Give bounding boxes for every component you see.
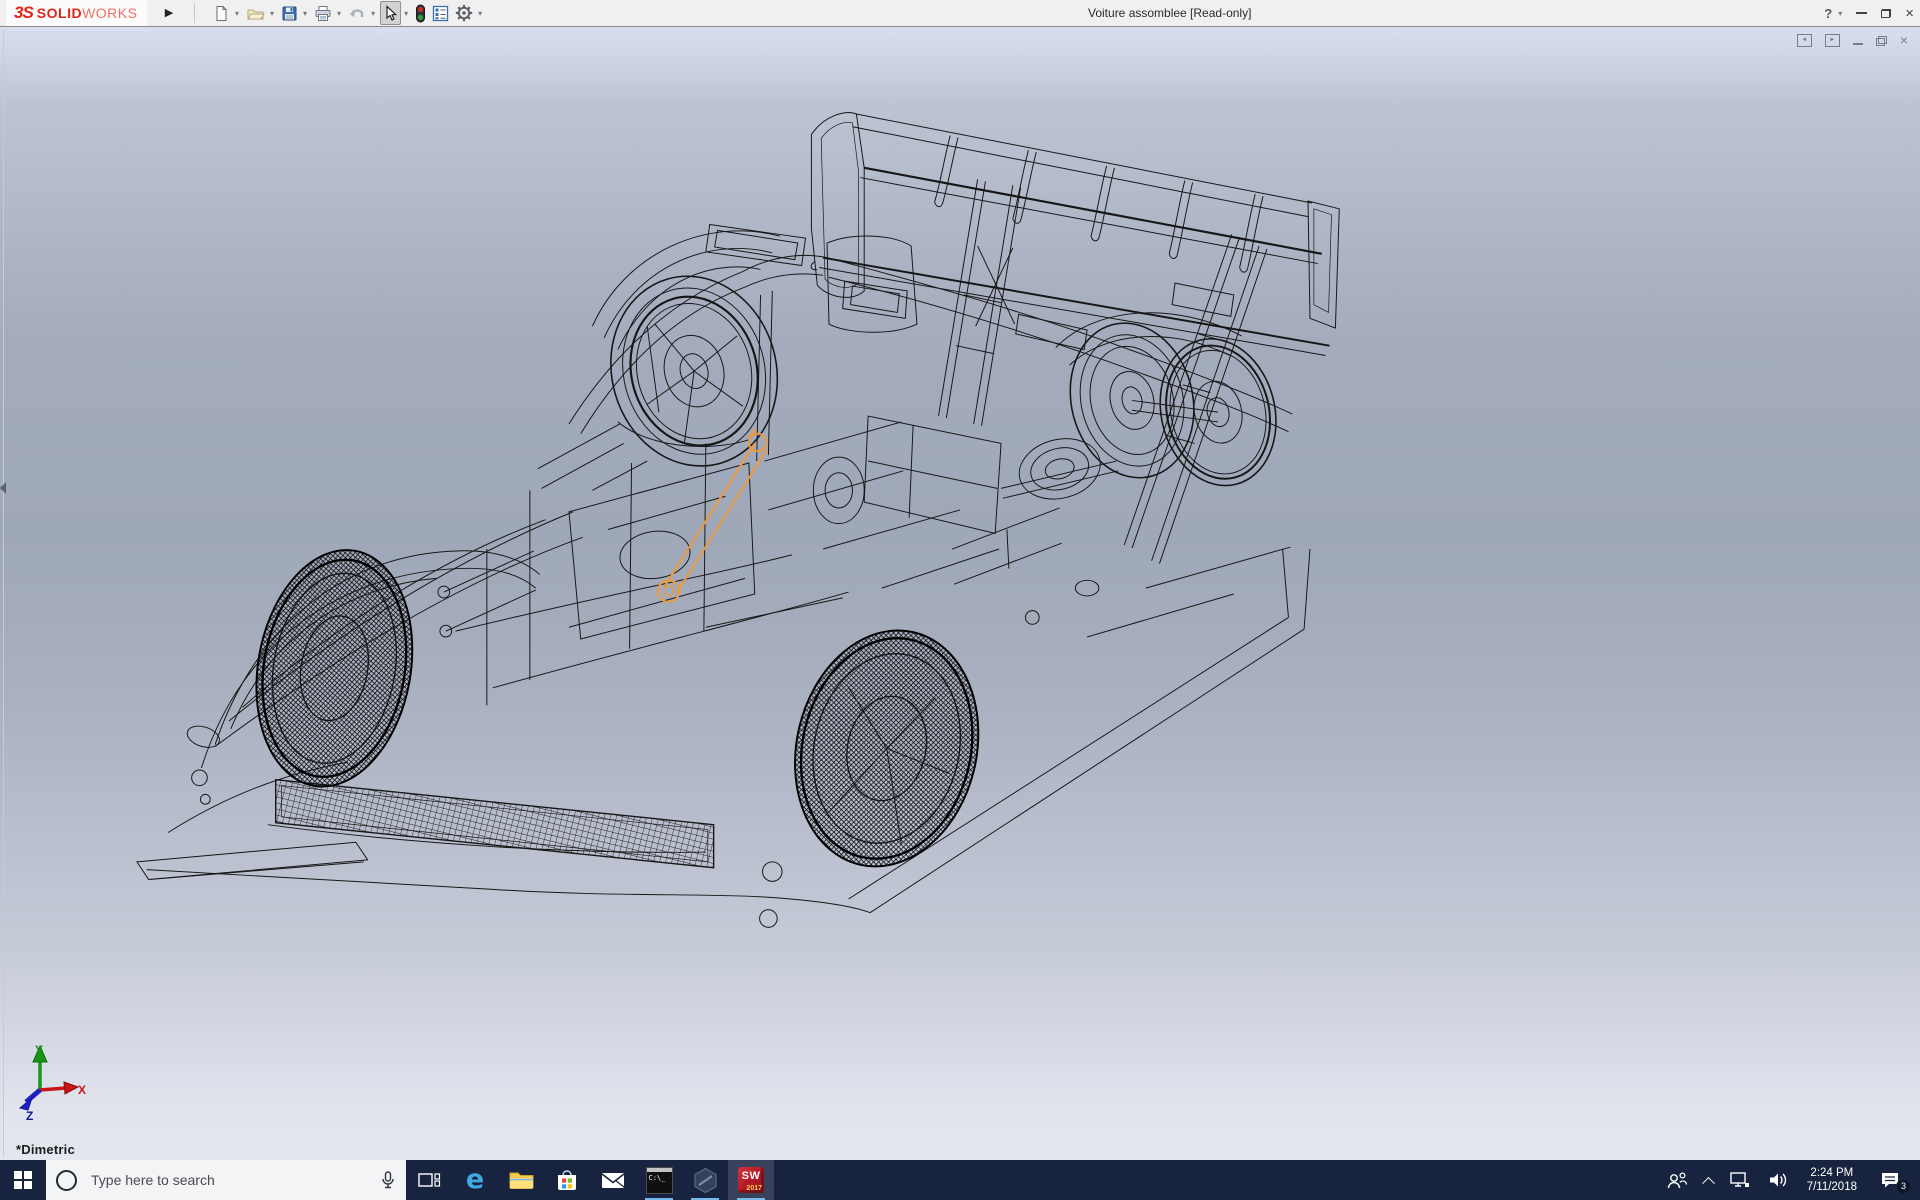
solidworks-icon-year: 2017 xyxy=(746,1185,762,1192)
wireframe-car-model[interactable] xyxy=(0,27,1920,1160)
microphone-icon[interactable] xyxy=(380,1171,396,1189)
solidworks-icon-label: SW xyxy=(738,1170,764,1182)
select-cursor-icon xyxy=(383,5,398,22)
volume-button[interactable] xyxy=(1759,1160,1797,1200)
chevron-up-icon xyxy=(1702,1176,1715,1189)
open-caret-icon[interactable]: ▾ xyxy=(270,9,274,18)
menu-flyout-arrow-icon[interactable]: ▶ xyxy=(160,0,178,26)
selected-edge-pushrod[interactable] xyxy=(658,429,767,602)
cortana-icon[interactable] xyxy=(56,1170,77,1191)
clock-time: 2:24 PM xyxy=(1810,1166,1853,1180)
document-close-button[interactable]: × xyxy=(1900,34,1908,47)
taskbar-app-store[interactable] xyxy=(544,1160,590,1200)
options-button[interactable] xyxy=(453,2,475,24)
undo-arrow-icon xyxy=(348,5,366,21)
task-view-icon xyxy=(417,1168,441,1192)
print-caret-icon[interactable]: ▾ xyxy=(337,9,341,18)
save-caret-icon[interactable]: ▾ xyxy=(303,9,307,18)
new-document-button[interactable] xyxy=(211,2,232,24)
help-caret-icon[interactable]: ▾ xyxy=(1838,9,1842,18)
new-caret-icon[interactable]: ▾ xyxy=(235,9,239,18)
pane-previous-button[interactable]: ◄ xyxy=(1797,34,1812,47)
file-properties-button[interactable] xyxy=(430,2,451,24)
taskbar-search[interactable] xyxy=(46,1160,406,1200)
restore-button[interactable] xyxy=(1881,9,1891,18)
network-icon xyxy=(1729,1171,1751,1189)
people-icon xyxy=(1666,1170,1688,1190)
reference-triad: Y X Z xyxy=(14,1042,86,1120)
taskbar-app-solidworks[interactable]: SW 2017 xyxy=(728,1160,774,1200)
action-center-button[interactable]: 3 xyxy=(1867,1160,1913,1200)
titlebar: 3S SOLIDWORKS ▶ ▾ ▾ ▾ xyxy=(0,0,1920,27)
edge-icon: e xyxy=(466,1167,484,1193)
speaker-icon xyxy=(1767,1171,1789,1189)
taskbar-app-command-prompt[interactable]: C:\_ xyxy=(636,1160,682,1200)
system-tray: 2:24 PM 7/11/2018 3 xyxy=(1658,1160,1920,1200)
undo-button[interactable] xyxy=(346,2,368,24)
taskbar-app-edge[interactable]: e xyxy=(452,1160,498,1200)
task-view-button[interactable] xyxy=(406,1160,452,1200)
save-floppy-icon xyxy=(281,5,298,22)
window-title: Voiture assomblee [Read-only] xyxy=(1088,0,1251,26)
traffic-light-icon xyxy=(415,4,426,23)
axis-x-label: X xyxy=(78,1083,86,1097)
command-prompt-icon: C:\_ xyxy=(646,1167,673,1194)
save-button[interactable] xyxy=(279,2,300,24)
open-button[interactable] xyxy=(244,2,267,24)
file-properties-icon xyxy=(432,5,449,22)
dassault-3s-logo-icon: 3S xyxy=(14,3,33,23)
undo-caret-icon[interactable]: ▾ xyxy=(371,9,375,18)
document-window-controls: ◄ ► × xyxy=(1797,34,1908,47)
taskbar-clock[interactable]: 2:24 PM 7/11/2018 xyxy=(1797,1166,1867,1194)
brand-solid: SOLID xyxy=(37,5,82,21)
solidworks-2017-icon: SW 2017 xyxy=(738,1167,764,1193)
document-restore-button[interactable] xyxy=(1876,36,1887,46)
rebuild-button[interactable] xyxy=(413,2,428,24)
hexagon-app-icon xyxy=(692,1167,719,1194)
open-folder-icon xyxy=(246,5,265,22)
microsoft-store-icon xyxy=(554,1167,580,1193)
print-button[interactable] xyxy=(312,2,334,24)
taskbar-app-hexagon[interactable] xyxy=(682,1160,728,1200)
pane-next-button[interactable]: ► xyxy=(1825,34,1840,47)
taskbar-app-file-explorer[interactable] xyxy=(498,1160,544,1200)
select-caret-icon[interactable]: ▾ xyxy=(404,9,408,18)
windows-taskbar: e C:\_ xyxy=(0,1160,1920,1200)
help-button[interactable]: ? xyxy=(1824,6,1832,21)
options-caret-icon[interactable]: ▾ xyxy=(478,9,482,18)
tray-overflow-button[interactable] xyxy=(1696,1160,1721,1200)
command-prompt-label: C:\_ xyxy=(649,1174,666,1182)
search-input[interactable] xyxy=(89,1171,368,1189)
taskbar-app-mail[interactable] xyxy=(590,1160,636,1200)
notification-badge: 3 xyxy=(1896,1179,1911,1194)
print-icon xyxy=(314,5,332,22)
quick-access-toolbar: ▾ ▾ ▾ ▾ xyxy=(210,0,486,26)
clock-date: 7/11/2018 xyxy=(1807,1180,1857,1194)
graphics-viewport[interactable]: ◄ ► × xyxy=(0,27,1920,1160)
gear-icon xyxy=(455,4,473,22)
minimize-button[interactable] xyxy=(1856,12,1867,14)
file-explorer-icon xyxy=(508,1168,535,1192)
axis-z-label: Z xyxy=(26,1109,33,1120)
solidworks-logo: 3S SOLIDWORKS xyxy=(6,0,147,26)
select-cursor-button[interactable] xyxy=(380,1,401,25)
new-document-icon xyxy=(213,5,230,22)
start-button[interactable] xyxy=(0,1160,46,1200)
windows-logo-icon xyxy=(14,1171,32,1189)
document-minimize-button[interactable] xyxy=(1853,43,1863,45)
people-button[interactable] xyxy=(1658,1160,1696,1200)
view-orientation-label: *Dimetric xyxy=(16,1142,75,1157)
window-controls: ? ▾ × xyxy=(1824,0,1914,26)
close-button[interactable]: × xyxy=(1905,6,1914,21)
toolbar-separator xyxy=(194,3,195,23)
network-button[interactable] xyxy=(1721,1160,1759,1200)
axis-y-label: Y xyxy=(35,1043,43,1057)
brand-works: WORKS xyxy=(82,5,137,21)
mail-icon xyxy=(600,1169,626,1191)
